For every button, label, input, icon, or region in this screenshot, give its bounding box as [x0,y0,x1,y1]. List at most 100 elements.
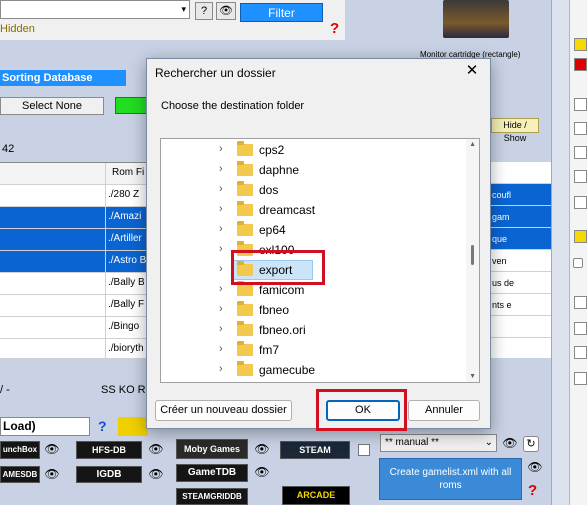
rom-file-cell: ./Bally B [108,277,145,288]
eye-toggle-button[interactable]: 👁 [216,2,236,20]
hfsdb-logo[interactable]: HFS-DB [76,441,142,459]
chevron-right-icon[interactable]: › [219,203,223,215]
option-box[interactable] [574,170,587,183]
folder-icon [237,361,253,376]
table-row[interactable]: ./Bingo [0,317,150,339]
eye-icon: 👁 [219,5,233,17]
folder-item-ep64[interactable]: › ep64 [161,220,471,240]
table-row[interactable]: que [490,228,551,250]
folder-tree[interactable]: › cps2 › daphne › dos › dreamcast › ep64 › exl100 › e… [160,138,480,383]
gametdb-logo[interactable]: GameTDB [176,464,248,482]
table-row[interactable]: ./280 Z [0,185,150,207]
folder-icon [237,281,253,296]
gamesdb-logo[interactable]: AMESDB [0,466,40,483]
rom-count: 42 [2,143,15,155]
help-icon[interactable]: ? [528,482,537,499]
rom-file-cell: ./Bally F [108,299,145,310]
table-row[interactable]: us de [490,272,551,294]
hide-show-button[interactable]: Hide / Show [491,118,539,143]
chevron-right-icon[interactable]: › [219,303,223,315]
table-row[interactable]: ./Amazi [0,207,150,229]
option-box[interactable] [574,122,587,135]
help-icon[interactable]: ? [330,20,339,37]
folder-icon [237,341,253,356]
arcade-logo[interactable]: ARCADE [282,486,350,505]
top-filter-combo[interactable]: ▾ [0,0,190,19]
manual-combo[interactable]: ** manual ** ⌄ [380,434,497,452]
chevron-right-icon[interactable]: › [219,263,223,275]
steam-logo[interactable]: STEAM [280,441,350,459]
eye-icon[interactable]: 👁 [254,465,270,481]
steamgriddb-logo[interactable]: STEAMGRIDDB [176,488,248,505]
folder-item-dreamcast[interactable]: › dreamcast [161,200,471,220]
chevron-right-icon[interactable]: › [219,363,223,375]
option-box[interactable] [574,372,587,385]
red-swatch[interactable] [574,58,587,71]
eye-icon[interactable]: 👁 [527,460,543,476]
new-folder-button[interactable]: Créer un nouveau dossier [155,400,292,421]
load-button[interactable]: Load) [0,417,90,436]
folder-item-dos[interactable]: › dos [161,180,471,200]
folder-item-gamecube[interactable]: › gamecube [161,360,471,380]
checkbox[interactable] [358,444,370,456]
chevron-down-icon: ▾ [181,4,186,14]
option-box[interactable] [574,322,587,335]
close-icon[interactable]: ✕ [463,62,481,80]
mobygames-logo[interactable]: Moby Games [176,439,248,459]
scrollbar-thumb[interactable] [471,245,474,265]
sorting-database-bar[interactable]: Sorting Database [0,70,126,86]
filter-button[interactable]: Filter [240,3,323,22]
launchbox-logo[interactable]: unchBox [0,441,40,459]
chevron-right-icon[interactable]: › [219,283,223,295]
eye-icon[interactable]: 👁 [44,467,60,483]
create-gamelist-button[interactable]: Create gamelist.xml with all roms [379,458,522,500]
chevron-right-icon[interactable]: › [219,323,223,335]
eye-icon[interactable]: 👁 [44,442,60,458]
table-row[interactable]: ./Artiller [0,229,150,251]
folder-item-fm7[interactable]: › fm7 [161,340,471,360]
option-box[interactable] [574,296,587,309]
refresh-icon[interactable]: ↻ [523,436,539,452]
table-row[interactable] [490,316,551,338]
option-box[interactable] [574,98,587,111]
option-box[interactable] [574,346,587,359]
yellow-swatch[interactable] [574,38,587,51]
table-row[interactable]: ven [490,250,551,272]
chevron-right-icon[interactable]: › [219,143,223,155]
scrollbar[interactable]: ▲ ▼ [466,139,479,382]
table-row[interactable] [490,162,551,184]
option-box[interactable] [574,146,587,159]
table-row[interactable]: ./Bally B [0,273,150,295]
table-row[interactable]: ./bioryth [0,339,150,361]
yellow-swatch[interactable] [574,230,587,243]
folder-item-cps2[interactable]: › cps2 [161,140,471,160]
igdb-logo[interactable]: IGDB [76,466,142,483]
scroll-down-icon[interactable]: ▼ [469,373,476,380]
folder-item-fbneo[interactable]: › fbneo [161,300,471,320]
eye-icon[interactable]: 👁 [148,442,164,458]
chevron-right-icon[interactable]: › [219,243,223,255]
table-row[interactable]: ./Bally F [0,295,150,317]
eye-icon[interactable]: 👁 [148,467,164,483]
eye-icon[interactable]: 👁 [254,442,270,458]
select-none-button[interactable]: Select None [0,97,104,115]
chevron-right-icon[interactable]: › [219,223,223,235]
scroll-up-icon[interactable]: ▲ [469,141,476,148]
checkbox[interactable] [573,258,583,268]
chevron-right-icon[interactable]: › [219,163,223,175]
folder-item-fbneo.ori[interactable]: › fbneo.ori [161,320,471,340]
table-cell [0,251,106,272]
table-cell [0,273,106,294]
cancel-button[interactable]: Annuler [408,400,480,421]
folder-item-daphne[interactable]: › daphne [161,160,471,180]
chevron-right-icon[interactable]: › [219,183,223,195]
chevron-right-icon[interactable]: › [219,343,223,355]
help-icon-blue[interactable]: ? [98,418,107,434]
table-row[interactable]: nts e [490,294,551,316]
eye-icon[interactable]: 👁 [502,436,518,452]
table-row[interactable]: ./Astro B [0,251,150,273]
option-box[interactable] [574,196,587,209]
table-row[interactable]: coufl [490,184,551,206]
table-row[interactable]: gam [490,206,551,228]
help-button[interactable]: ? [195,2,213,20]
